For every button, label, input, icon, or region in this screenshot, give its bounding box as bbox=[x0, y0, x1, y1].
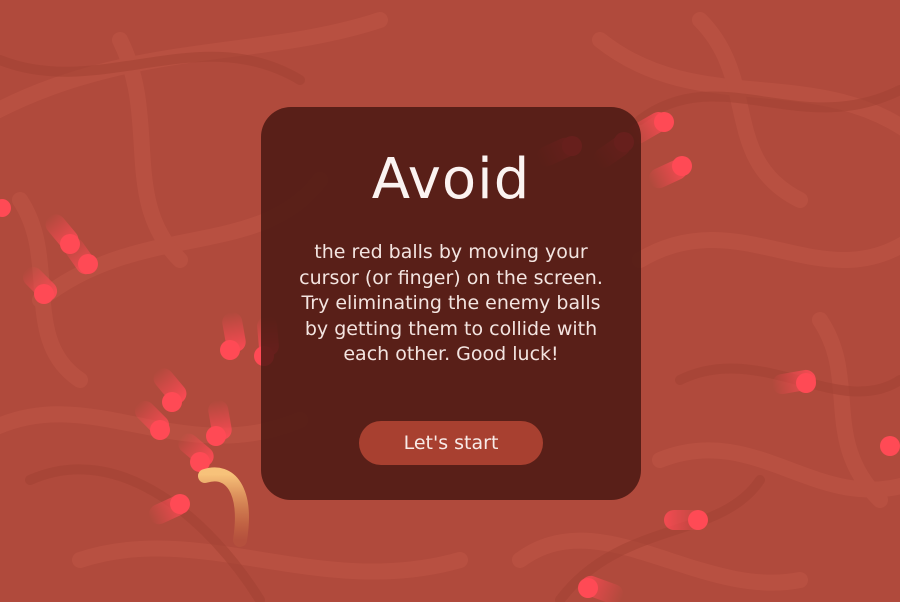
enemy-ball bbox=[153, 368, 187, 412]
enemy-ball bbox=[220, 312, 246, 360]
start-dialog: Avoid the red balls by moving your curso… bbox=[261, 107, 641, 500]
game-stage[interactable]: Avoid the red balls by moving your curso… bbox=[0, 0, 900, 602]
start-button[interactable]: Let's start bbox=[359, 421, 543, 465]
dialog-title: Avoid bbox=[371, 147, 531, 212]
enemy-ball bbox=[880, 436, 900, 456]
enemy-ball bbox=[0, 199, 11, 217]
dialog-instructions: the red balls by moving your cursor (or … bbox=[299, 241, 603, 366]
enemy-ball bbox=[664, 510, 708, 530]
enemy-ball bbox=[648, 156, 692, 189]
